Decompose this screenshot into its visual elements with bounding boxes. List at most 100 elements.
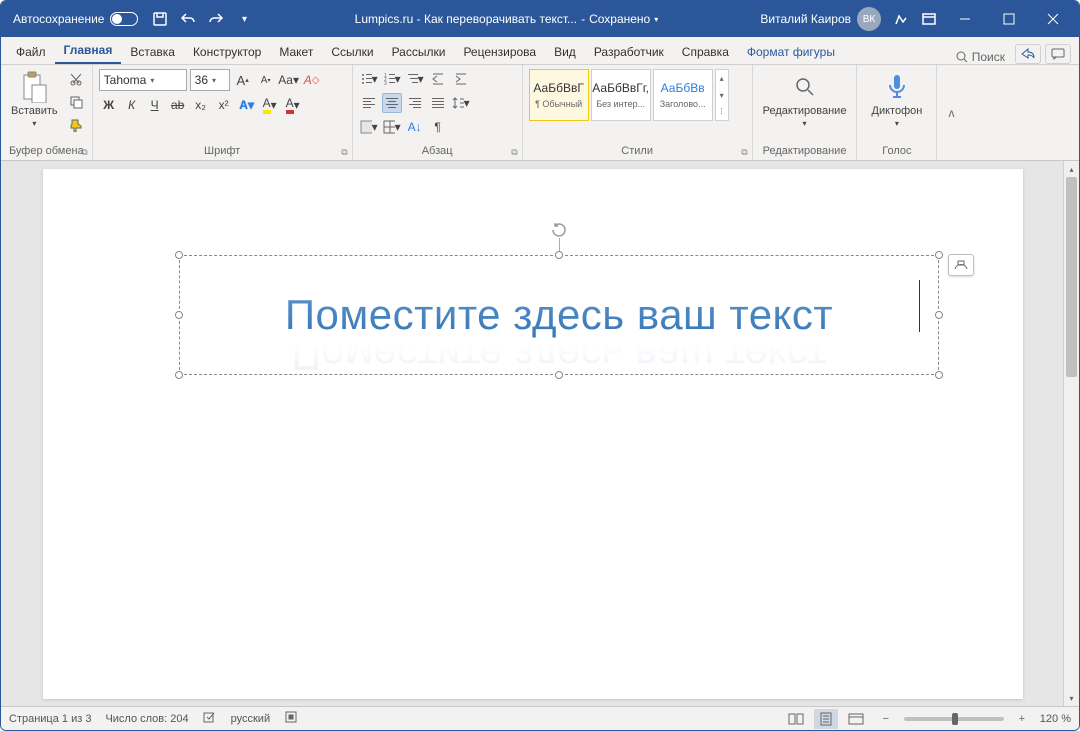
ribbon-display-icon[interactable]: [915, 5, 943, 33]
align-right-icon[interactable]: [405, 93, 425, 113]
align-left-icon[interactable]: [359, 93, 379, 113]
autosave-toggle[interactable]: [110, 12, 138, 26]
share-button[interactable]: [1015, 44, 1041, 64]
style-heading1[interactable]: АаБбВвЗаголово...: [653, 69, 713, 121]
bold-button[interactable]: Ж: [99, 95, 119, 115]
status-words[interactable]: Число слов: 204: [105, 713, 188, 725]
page[interactable]: Поместите здесь ваш текст Поместите здес…: [43, 169, 1023, 699]
comments-button[interactable]: [1045, 44, 1071, 64]
multilevel-icon[interactable]: ▾: [405, 69, 425, 89]
align-center-icon[interactable]: [382, 93, 402, 113]
shrink-font-icon[interactable]: A▾: [256, 70, 276, 90]
style-no-spacing[interactable]: АаБбВвГг,Без интер...: [591, 69, 651, 121]
indent-decrease-icon[interactable]: [428, 69, 448, 89]
align-justify-icon[interactable]: [428, 93, 448, 113]
document-title: Lumpics.ru - Как переворачивать текст...: [355, 12, 577, 26]
styles-gallery-more[interactable]: ▴▾⁞: [715, 69, 729, 121]
indent-increase-icon[interactable]: [451, 69, 471, 89]
grow-font-icon[interactable]: A▴: [233, 70, 253, 90]
shading-icon[interactable]: ▾: [359, 117, 379, 137]
text-effects-button[interactable]: A▾: [237, 95, 257, 115]
font-dialog-icon[interactable]: ⧉: [341, 147, 347, 158]
tab-file[interactable]: Файл: [7, 39, 55, 64]
qat-customize-icon[interactable]: ▾: [230, 5, 258, 33]
paragraph-dialog-icon[interactable]: ⧉: [511, 147, 517, 158]
highlight-button[interactable]: A▾: [260, 95, 280, 115]
tab-developer[interactable]: Разработчик: [585, 39, 673, 64]
layout-options-icon[interactable]: [948, 254, 974, 276]
status-language[interactable]: русский: [231, 713, 270, 725]
tab-references[interactable]: Ссылки: [322, 39, 382, 64]
spell-check-icon[interactable]: [203, 710, 217, 727]
search-placeholder: Поиск: [972, 50, 1005, 64]
zoom-out-icon[interactable]: −: [874, 709, 898, 729]
scroll-down-icon[interactable]: ▾: [1064, 690, 1079, 706]
saved-status[interactable]: Сохранено: [589, 12, 650, 26]
font-color-button[interactable]: A▾: [283, 95, 303, 115]
font-name-combo[interactable]: Tahoma▾: [99, 69, 187, 91]
change-case-icon[interactable]: Aa▾: [279, 70, 299, 90]
paste-button[interactable]: Вставить ▾: [7, 69, 62, 130]
redo-icon[interactable]: [202, 5, 230, 33]
title-bar: Автосохранение ▾ Lumpics.ru - Как перево…: [1, 1, 1079, 37]
bullets-icon[interactable]: ▾: [359, 69, 379, 89]
search-box[interactable]: Поиск: [948, 50, 1013, 64]
coming-soon-icon[interactable]: [887, 5, 915, 33]
tab-design[interactable]: Конструктор: [184, 39, 270, 64]
macro-record-icon[interactable]: [284, 710, 298, 727]
tab-review[interactable]: Рецензирова: [454, 39, 545, 64]
superscript-button[interactable]: x²: [214, 95, 234, 115]
tab-insert[interactable]: Вставка: [121, 39, 184, 64]
subscript-button[interactable]: x₂: [191, 95, 211, 115]
italic-button[interactable]: К: [122, 95, 142, 115]
maximize-button[interactable]: [987, 1, 1031, 37]
tab-mailings[interactable]: Рассылки: [383, 39, 455, 64]
group-editing: Редактирование ▾ Редактирование: [753, 65, 858, 160]
read-mode-icon[interactable]: [784, 709, 808, 729]
clear-format-icon[interactable]: A◇: [302, 70, 322, 90]
rotate-handle-icon[interactable]: [551, 222, 567, 238]
sort-icon[interactable]: A↓: [405, 117, 425, 137]
styles-dialog-icon[interactable]: ⧉: [741, 147, 747, 158]
ribbon: Вставить ▾ Буфер обмена⧉ Tahoma▾ 36▾ A▴ …: [1, 65, 1079, 161]
underline-button[interactable]: Ч: [145, 95, 165, 115]
borders-icon[interactable]: ▾: [382, 117, 402, 137]
group-paragraph: ▾ 123▾ ▾ ▾ ▾ ▾ A↓ ¶: [353, 65, 523, 160]
close-button[interactable]: [1031, 1, 1075, 37]
dictate-button[interactable]: Диктофон ▾: [868, 69, 927, 130]
tab-help[interactable]: Справка: [673, 39, 738, 64]
zoom-in-icon[interactable]: +: [1010, 709, 1034, 729]
line-spacing-icon[interactable]: ▾: [451, 93, 471, 113]
scroll-thumb[interactable]: [1066, 177, 1077, 377]
user-account[interactable]: Виталий Каиров ВК: [754, 7, 887, 31]
cut-icon[interactable]: [66, 69, 86, 89]
tab-layout[interactable]: Макет: [270, 39, 322, 64]
print-layout-icon[interactable]: [814, 709, 838, 729]
format-painter-icon[interactable]: [66, 115, 86, 135]
scroll-up-icon[interactable]: ▴: [1064, 161, 1079, 177]
tab-shape-format[interactable]: Формат фигуры: [738, 39, 844, 64]
vertical-scrollbar[interactable]: ▴ ▾: [1063, 161, 1079, 706]
text-cursor: [919, 280, 920, 332]
saved-dropdown-icon[interactable]: ▾: [654, 15, 658, 24]
editing-button[interactable]: Редактирование ▾: [759, 69, 851, 130]
undo-icon[interactable]: [174, 5, 202, 33]
status-page[interactable]: Страница 1 из 3: [9, 713, 91, 725]
zoom-slider[interactable]: [904, 717, 1004, 721]
font-size-combo[interactable]: 36▾: [190, 69, 230, 91]
strike-button[interactable]: ab: [168, 95, 188, 115]
copy-icon[interactable]: [66, 92, 86, 112]
style-normal[interactable]: АаБбВвГ¶ Обычный: [529, 69, 589, 121]
collapse-ribbon-icon[interactable]: ʌ: [937, 65, 965, 160]
clipboard-dialog-icon[interactable]: ⧉: [81, 147, 87, 158]
show-marks-icon[interactable]: ¶: [428, 117, 448, 137]
wordart-selection[interactable]: Поместите здесь ваш текст Поместите здес…: [179, 255, 939, 375]
zoom-level[interactable]: 120 %: [1040, 713, 1071, 725]
tab-home[interactable]: Главная: [55, 37, 122, 64]
numbering-icon[interactable]: 123▾: [382, 69, 402, 89]
tab-view[interactable]: Вид: [545, 39, 585, 64]
group-clipboard: Вставить ▾ Буфер обмена⧉: [1, 65, 93, 160]
web-layout-icon[interactable]: [844, 709, 868, 729]
minimize-button[interactable]: [943, 1, 987, 37]
save-icon[interactable]: [146, 5, 174, 33]
